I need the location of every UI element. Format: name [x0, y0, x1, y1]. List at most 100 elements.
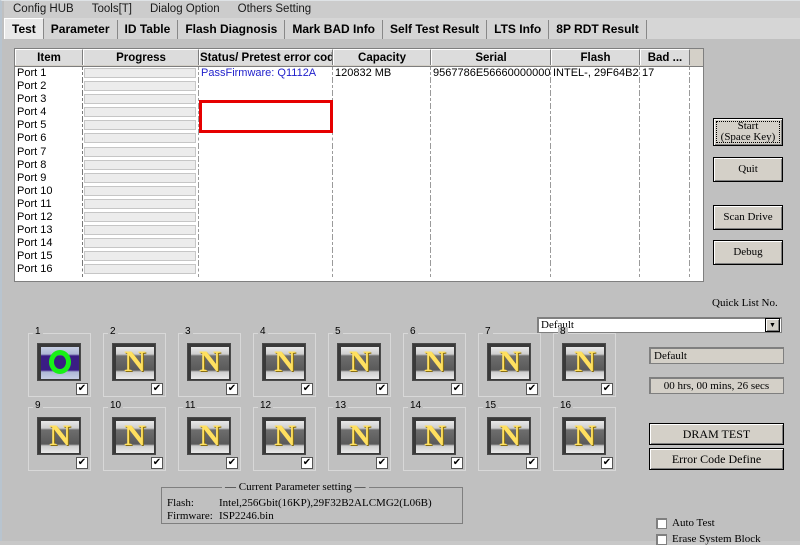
table-row[interactable]: Port 13	[15, 224, 703, 238]
drive-slot-checkbox[interactable]: ✔	[376, 383, 388, 395]
tab-flash-diagnosis[interactable]: Flash Diagnosis	[178, 20, 286, 39]
drive-slot-checkbox[interactable]: ✔	[526, 383, 538, 395]
drive-slot-checkbox[interactable]: ✔	[601, 383, 613, 395]
start-button[interactable]: Start (Space Key)	[713, 118, 783, 146]
quit-button[interactable]: Quit	[713, 157, 783, 182]
drive-slot-checkbox[interactable]: ✔	[226, 457, 238, 469]
column-header-flash[interactable]: Flash	[551, 49, 640, 65]
drive-slot[interactable]: 8 N ✔	[553, 327, 616, 397]
column-header-status[interactable]: Status/ Pretest error code	[199, 49, 333, 65]
table-row[interactable]: Port 11	[15, 197, 703, 212]
table-row[interactable]: Port 2	[15, 80, 703, 94]
error-code-define-button[interactable]: Error Code Define	[649, 448, 784, 470]
drive-slot[interactable]: 2 N ✔	[103, 327, 166, 397]
auto-test-checkbox[interactable]	[656, 517, 667, 529]
drive-slot[interactable]: 3 N ✔	[178, 327, 241, 397]
chevron-down-icon[interactable]: ▼	[765, 318, 780, 332]
drive-slot-checkbox[interactable]: ✔	[151, 383, 163, 395]
table-row[interactable]: Port 10	[15, 184, 703, 198]
drive-slot[interactable]: 12 N ✔	[253, 401, 316, 471]
drive-icon[interactable]: N	[262, 417, 308, 457]
drive-slot-checkbox[interactable]: ✔	[151, 457, 163, 469]
port-status-table[interactable]: Item Progress Status/ Pretest error code…	[14, 48, 704, 282]
drive-slot[interactable]: 16 N ✔	[553, 401, 616, 471]
drive-icon[interactable]: N	[112, 417, 158, 457]
table-row[interactable]: Port 14	[15, 237, 703, 251]
table-row[interactable]: Port 5	[15, 119, 703, 133]
erase-system-block-checkbox[interactable]	[656, 533, 667, 545]
menu-item-dialog-option[interactable]: Dialog Option	[141, 2, 229, 17]
drive-icon[interactable]: N	[487, 417, 533, 457]
column-header-bad[interactable]: Bad ...	[640, 49, 690, 65]
drive-icon[interactable]: N	[262, 343, 308, 383]
tab-self-test-result[interactable]: Self Test Result	[383, 20, 488, 39]
drive-slot[interactable]: 11 N ✔	[178, 401, 241, 471]
column-header-capacity[interactable]: Capacity	[333, 49, 431, 65]
drive-icon[interactable]: N	[412, 343, 458, 383]
quick-list-dropdown[interactable]: Default ▼	[537, 317, 782, 333]
drive-icon[interactable]: N	[562, 343, 608, 383]
drive-slot-checkbox[interactable]: ✔	[451, 383, 463, 395]
cell-serial	[431, 119, 551, 133]
debug-button[interactable]: Debug	[713, 240, 783, 265]
drive-slot-checkbox[interactable]: ✔	[601, 457, 613, 469]
drive-slot-checkbox[interactable]: ✔	[226, 383, 238, 395]
drive-slot-checkbox[interactable]: ✔	[376, 457, 388, 469]
drive-icon[interactable]: N	[187, 343, 233, 383]
table-row[interactable]: Port 3	[15, 93, 703, 107]
table-row[interactable]: Port 15	[15, 250, 703, 264]
drive-slot[interactable]: 1 ✔	[28, 327, 91, 397]
drive-icon[interactable]: N	[337, 343, 383, 383]
drive-slot[interactable]: 6 N ✔	[403, 327, 466, 397]
column-header-progress[interactable]: Progress	[83, 49, 199, 65]
drive-slot[interactable]: 4 N ✔	[253, 327, 316, 397]
drive-slot[interactable]: 14 N ✔	[403, 401, 466, 471]
dram-test-button[interactable]: DRAM TEST	[649, 423, 784, 445]
tab-8p-rdt-result[interactable]: 8P RDT Result	[549, 20, 647, 39]
drive-slot-checkbox[interactable]: ✔	[451, 457, 463, 469]
drive-slot-checkbox[interactable]: ✔	[301, 457, 313, 469]
table-row[interactable]: Port 8	[15, 158, 703, 172]
scan-drive-button[interactable]: Scan Drive	[713, 205, 783, 230]
drive-slot-checkbox[interactable]: ✔	[526, 457, 538, 469]
drive-slot[interactable]: 15 N ✔	[478, 401, 541, 471]
table-row[interactable]: Port 6	[15, 132, 703, 146]
cell-capacity	[333, 250, 431, 264]
drive-icon[interactable]: N	[562, 417, 608, 457]
drive-slot[interactable]: 13 N ✔	[328, 401, 391, 471]
cell-status	[199, 197, 333, 212]
drive-icon[interactable]: N	[112, 343, 158, 383]
drive-slot[interactable]: 7 N ✔	[478, 327, 541, 397]
tab-lts-info[interactable]: LTS Info	[487, 20, 550, 39]
menu-item-tools[interactable]: Tools[T]	[83, 2, 141, 17]
erase-system-block-checkbox-row[interactable]: Erase System Block	[656, 533, 761, 545]
menu-item-config-hub[interactable]: Config HUB	[4, 2, 83, 17]
tab-id-table[interactable]: ID Table	[117, 20, 179, 39]
cell-flash	[551, 224, 640, 238]
drive-icon[interactable]	[37, 343, 83, 383]
auto-test-checkbox-row[interactable]: Auto Test	[656, 517, 715, 529]
drive-slot-checkbox[interactable]: ✔	[76, 383, 88, 395]
drive-slot-checkbox[interactable]: ✔	[301, 383, 313, 395]
drive-icon[interactable]: N	[187, 417, 233, 457]
column-header-item[interactable]: Item	[15, 49, 83, 65]
table-row[interactable]: Port 4	[15, 106, 703, 120]
table-row[interactable]: Port 9	[15, 171, 703, 185]
drive-slot[interactable]: 5 N ✔	[328, 327, 391, 397]
drive-icon[interactable]: N	[487, 343, 533, 383]
drive-icon[interactable]: N	[37, 417, 83, 457]
table-row[interactable]: Port 12	[15, 211, 703, 225]
drive-slot[interactable]: 10 N ✔	[103, 401, 166, 471]
drive-icon[interactable]: N	[412, 417, 458, 457]
drive-slot-checkbox[interactable]: ✔	[76, 457, 88, 469]
menu-item-others-setting[interactable]: Others Setting	[229, 2, 321, 17]
table-row[interactable]: Port 7	[15, 145, 703, 159]
tab-test[interactable]: Test	[4, 18, 44, 39]
column-header-serial[interactable]: Serial	[431, 49, 551, 65]
drive-slot[interactable]: 9 N ✔	[28, 401, 91, 471]
table-row[interactable]: Port 16	[15, 263, 703, 277]
table-row[interactable]: Port 1 PassFirmware: Q1112A 120832 MB 95677…	[15, 67, 703, 81]
tab-parameter[interactable]: Parameter	[43, 20, 118, 39]
drive-icon[interactable]: N	[337, 417, 383, 457]
tab-mark-bad-info[interactable]: Mark BAD Info	[285, 20, 384, 39]
